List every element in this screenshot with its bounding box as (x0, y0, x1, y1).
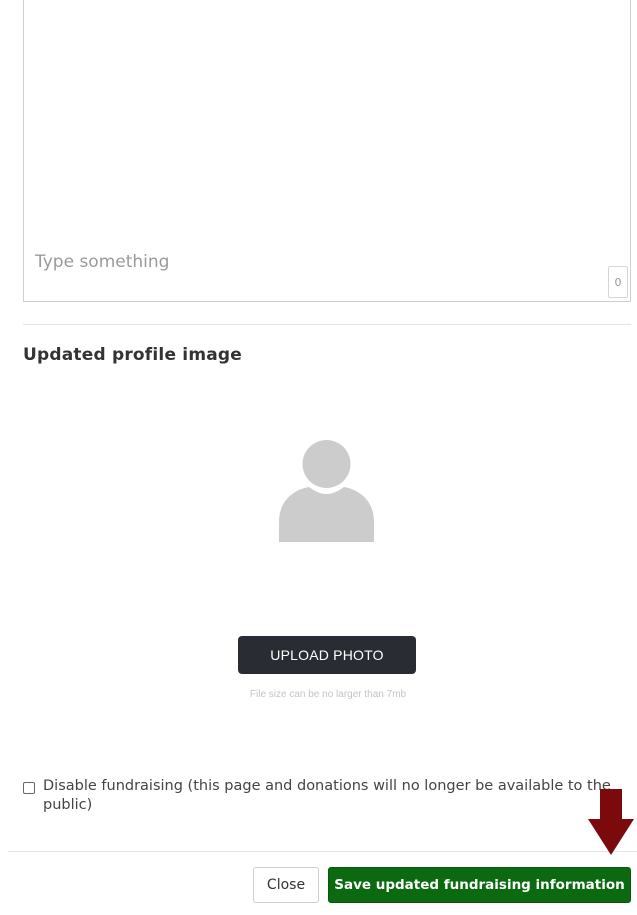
section-divider (23, 324, 631, 325)
disable-fundraising-option[interactable]: Disable fundraising (this page and donat… (23, 777, 613, 815)
file-size-note: File size can be no larger than 7mb (249, 689, 407, 700)
down-arrow-icon (588, 789, 634, 855)
footer-divider (8, 851, 637, 852)
story-textarea[interactable]: Type something 0 (23, 0, 631, 302)
disable-fundraising-checkbox[interactable] (23, 782, 35, 794)
upload-photo-button[interactable]: UPLOAD PHOTO (238, 636, 416, 674)
save-fundraising-button[interactable]: Save updated fundraising information (328, 867, 631, 903)
disable-fundraising-label[interactable]: Disable fundraising (this page and donat… (43, 777, 613, 815)
user-silhouette-icon (279, 440, 374, 542)
character-counter: 0 (608, 266, 628, 298)
profile-image-heading: Updated profile image (23, 345, 242, 365)
edit-fundraising-dialog: Type something 0 Updated profile image U… (0, 0, 637, 915)
textarea-placeholder: Type something (35, 252, 170, 272)
close-button[interactable]: Close (253, 867, 319, 903)
